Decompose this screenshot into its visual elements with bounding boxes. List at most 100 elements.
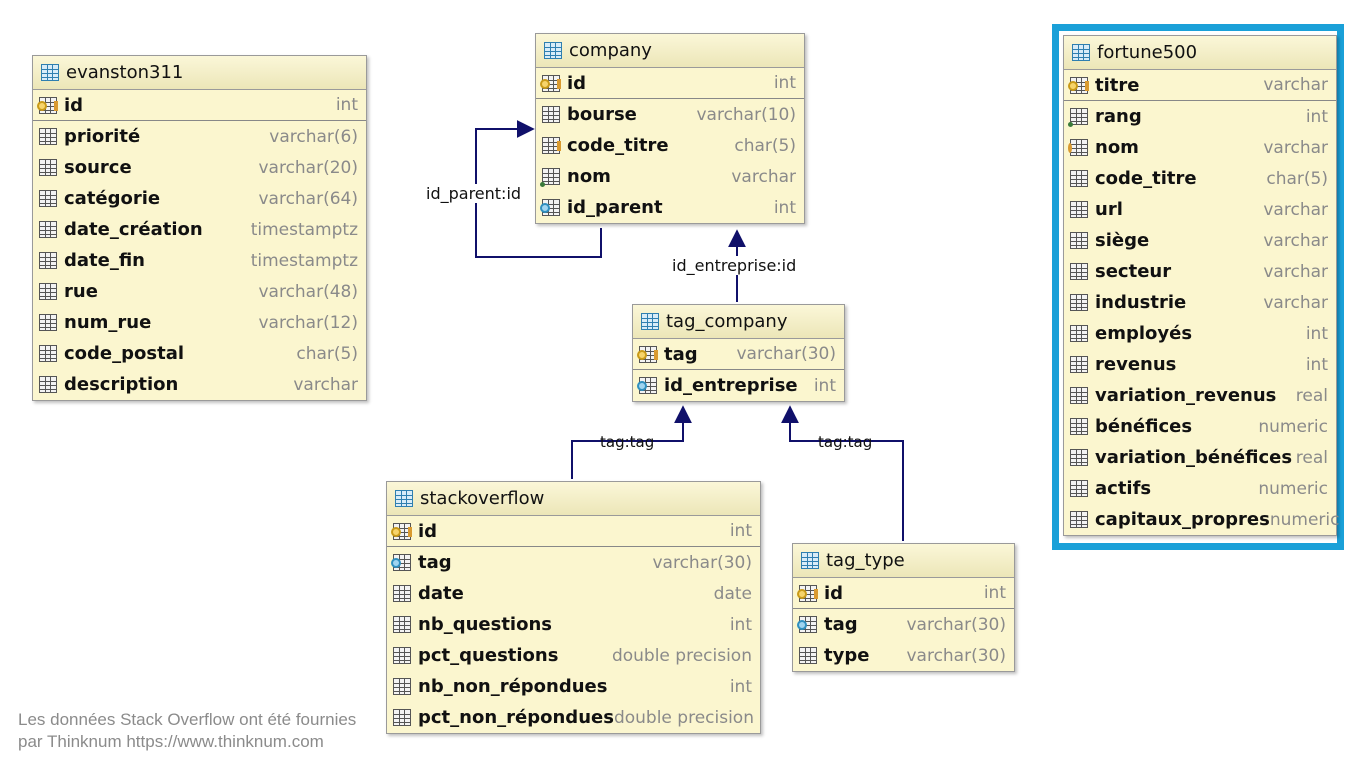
- field-row[interactable]: nb_non_répondues int: [387, 671, 760, 702]
- column-icon: [1068, 108, 1088, 127]
- field-row[interactable]: code_titre char(5): [536, 130, 804, 161]
- field-type: varchar(20): [258, 157, 358, 178]
- column-icon: [39, 190, 57, 207]
- table-title: tag_type: [826, 550, 905, 571]
- field-name: url: [1095, 199, 1123, 220]
- field-row[interactable]: revenus int: [1064, 349, 1336, 380]
- field-type: real: [1295, 385, 1328, 406]
- field-row[interactable]: priorité varchar(6): [33, 121, 366, 152]
- field-row[interactable]: tag varchar(30): [633, 339, 844, 370]
- table-title: evanston311: [66, 62, 184, 83]
- table-header[interactable]: company: [536, 34, 804, 68]
- column-icon: [39, 252, 57, 269]
- table-icon: [544, 42, 562, 59]
- field-row[interactable]: catégorie varchar(64): [33, 183, 366, 214]
- table-header[interactable]: tag_company: [633, 305, 844, 339]
- field-row[interactable]: code_titre char(5): [1064, 163, 1336, 194]
- field-type: int: [773, 197, 796, 218]
- company-parent-label: id_parent:id: [426, 184, 522, 203]
- field-row[interactable]: rue varchar(48): [33, 276, 366, 307]
- field-row[interactable]: date date: [387, 578, 760, 609]
- table-tag-company[interactable]: tag_company tag varchar(30) id_entrepris…: [632, 304, 845, 402]
- field-row[interactable]: id int: [536, 68, 804, 99]
- field-row[interactable]: tag varchar(30): [793, 609, 1014, 640]
- field-row[interactable]: date_création timestamptz: [33, 214, 366, 245]
- field-row[interactable]: source varchar(20): [33, 152, 366, 183]
- foreign-key-icon: [797, 616, 817, 633]
- field-type: timestamptz: [250, 250, 358, 271]
- field-name: date: [418, 583, 464, 604]
- field-name: tag: [418, 552, 452, 573]
- indexed-column-icon: [542, 137, 561, 154]
- field-row[interactable]: num_rue varchar(12): [33, 307, 366, 338]
- field-row[interactable]: date_fin timestamptz: [33, 245, 366, 276]
- field-row[interactable]: secteur varchar: [1064, 256, 1336, 287]
- field-row[interactable]: variation_bénéfices real: [1064, 442, 1336, 473]
- field-row[interactable]: variation_revenus real: [1064, 380, 1336, 411]
- field-name: code_titre: [1095, 168, 1197, 189]
- field-row[interactable]: description varchar: [33, 369, 366, 400]
- data-source-note: Les données Stack Overflow ont été fourn…: [18, 709, 356, 753]
- field-row[interactable]: type varchar(30): [793, 640, 1014, 671]
- table-header[interactable]: tag_type: [793, 544, 1014, 578]
- field-row[interactable]: capitaux_propres numeric: [1064, 504, 1340, 535]
- field-type: varchar(12): [258, 312, 358, 333]
- table-evanston311[interactable]: evanston311 id int priorité varchar(6) so…: [32, 55, 367, 401]
- field-type: varchar(10): [696, 104, 796, 125]
- column-icon: [1070, 325, 1088, 342]
- field-row[interactable]: rang int: [1064, 101, 1336, 132]
- column-icon: [393, 585, 411, 602]
- table-tag-type[interactable]: tag_type id int tag varchar(30) type varch…: [792, 543, 1015, 672]
- table-header[interactable]: stackoverflow: [387, 482, 760, 516]
- field-row[interactable]: id int: [33, 90, 366, 121]
- table-company[interactable]: company id int bourse varchar(10) code_ti…: [535, 33, 805, 224]
- field-row[interactable]: titre varchar: [1064, 70, 1336, 101]
- field-row[interactable]: id_parent int: [536, 192, 804, 223]
- field-type: varchar(30): [736, 344, 836, 364]
- field-row[interactable]: pct_questions double precision: [387, 640, 760, 671]
- field-name: id_entreprise: [664, 375, 798, 396]
- field-row[interactable]: code_postal char(5): [33, 338, 366, 369]
- table-fortune500[interactable]: fortune500 titre varchar rang int nom varc…: [1063, 35, 1340, 536]
- field-name: date_fin: [64, 250, 145, 271]
- column-icon: [39, 128, 57, 145]
- field-name: siège: [1095, 230, 1150, 251]
- field-name: source: [64, 157, 132, 178]
- field-row[interactable]: id int: [793, 578, 1014, 609]
- field-type: char(5): [296, 343, 358, 364]
- column-icon: [393, 616, 411, 633]
- field-row[interactable]: employés int: [1064, 318, 1336, 349]
- field-row[interactable]: pct_non_répondues double precision: [387, 702, 760, 733]
- tag-type-tag-label: tag:tag: [818, 433, 873, 451]
- column-icon: [1070, 418, 1088, 435]
- primary-key-icon: [540, 74, 561, 92]
- field-row[interactable]: nb_questions int: [387, 609, 760, 640]
- field-type: varchar: [1263, 75, 1328, 95]
- field-row[interactable]: id int: [387, 516, 760, 547]
- field-row[interactable]: industrie varchar: [1064, 287, 1336, 318]
- field-name: pct_non_répondues: [418, 707, 614, 728]
- field-name: rang: [1095, 106, 1142, 127]
- field-row[interactable]: actifs numeric: [1064, 473, 1336, 504]
- field-type: int: [729, 676, 752, 697]
- field-name: id: [418, 520, 438, 542]
- column-icon: [1070, 480, 1088, 497]
- field-row[interactable]: tag varchar(30): [387, 547, 760, 578]
- field-name: date_création: [64, 219, 203, 240]
- table-title: tag_company: [666, 311, 788, 332]
- field-row[interactable]: nom varchar: [1064, 132, 1336, 163]
- field-row[interactable]: bourse varchar(10): [536, 99, 804, 130]
- table-header[interactable]: fortune500: [1064, 36, 1336, 70]
- field-type: varchar(30): [652, 552, 752, 573]
- field-row[interactable]: url varchar: [1064, 194, 1336, 225]
- field-row[interactable]: nom varchar: [536, 161, 804, 192]
- field-row[interactable]: id_entreprise int: [633, 370, 844, 401]
- field-row[interactable]: bénéfices numeric: [1064, 411, 1336, 442]
- column-icon: [1070, 449, 1088, 466]
- field-row[interactable]: siège varchar: [1064, 225, 1336, 256]
- table-icon: [641, 313, 659, 330]
- table-stackoverflow[interactable]: stackoverflow id int tag varchar(30) date…: [386, 481, 761, 734]
- column-icon: [1070, 201, 1088, 218]
- table-header[interactable]: evanston311: [33, 56, 366, 90]
- column-icon: [39, 221, 57, 238]
